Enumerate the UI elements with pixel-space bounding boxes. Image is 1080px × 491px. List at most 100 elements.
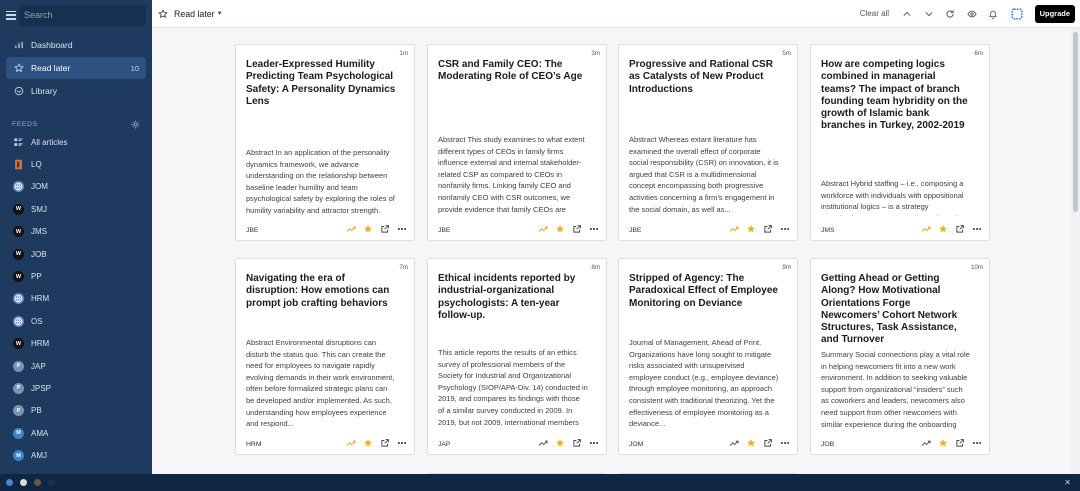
feed-label: LQ <box>31 160 42 170</box>
external-link-icon[interactable] <box>380 224 390 234</box>
feed-item-pb[interactable]: P PB <box>0 400 152 422</box>
more-options-icon[interactable] <box>972 224 982 234</box>
star-filled-icon[interactable] <box>363 224 373 234</box>
trending-icon[interactable] <box>538 438 548 448</box>
feed-item-os[interactable]: OS <box>0 310 152 332</box>
external-link-icon[interactable] <box>955 224 965 234</box>
more-options-icon[interactable] <box>589 438 599 448</box>
card-actions <box>722 438 790 448</box>
feed-item-jms[interactable]: W JMS <box>0 221 152 243</box>
feed-item-all-articles[interactable]: All articles <box>0 131 152 153</box>
scrollbar-thumb[interactable] <box>1073 32 1078 212</box>
article-title[interactable]: Stripped of Agency: The Paradoxical Effe… <box>629 273 779 310</box>
star-filled-icon[interactable] <box>938 438 948 448</box>
search-input[interactable] <box>19 4 146 26</box>
article-source[interactable]: JOM <box>629 441 643 448</box>
star-filled-icon[interactable] <box>938 224 948 234</box>
trending-icon[interactable] <box>921 224 931 234</box>
feed-item-jap[interactable]: P JAP <box>0 355 152 377</box>
article-card[interactable]: 1m Leader-Expressed Humility Predicting … <box>235 44 415 241</box>
external-link-icon[interactable] <box>955 438 965 448</box>
feed-item-ama[interactable]: M AMA <box>0 422 152 444</box>
article-card[interactable]: 5m Progressive and Rational CSR as Catal… <box>618 44 798 241</box>
feed-label: HRM <box>31 339 50 349</box>
article-source[interactable]: JAP <box>438 441 450 448</box>
external-link-icon[interactable] <box>763 438 773 448</box>
feed-list: All articles LQ JOM W SMJ W JMS W JOB W PP H… <box>0 131 152 467</box>
article-source[interactable]: JBE <box>246 227 258 234</box>
trending-icon[interactable] <box>729 438 739 448</box>
external-link-icon[interactable] <box>572 438 582 448</box>
article-card[interactable]: 6m How are competing logics combined in … <box>810 44 990 241</box>
upgrade-button[interactable]: Upgrade <box>1034 4 1075 23</box>
external-link-icon[interactable] <box>572 224 582 234</box>
hamburger-menu-icon[interactable] <box>6 10 16 20</box>
scrollbar[interactable] <box>1071 28 1080 474</box>
article-abstract: Abstract In an application of the person… <box>246 148 395 215</box>
feed-item-jpsp[interactable]: P JPSP <box>0 377 152 399</box>
article-title[interactable]: Progressive and Rational CSR as Catalyst… <box>629 59 779 96</box>
article-source[interactable]: JMS <box>821 227 835 234</box>
feed-item-pp[interactable]: W PP <box>0 265 152 287</box>
more-options-icon[interactable] <box>780 224 790 234</box>
star-filled-icon[interactable] <box>746 224 756 234</box>
chevron-down-icon[interactable]: ▼ <box>217 11 223 17</box>
trending-icon[interactable] <box>921 438 931 448</box>
chevron-down-icon[interactable] <box>924 9 934 19</box>
feed-item-hrm[interactable]: W HRM <box>0 333 152 355</box>
close-icon[interactable]: ✕ <box>1064 478 1071 487</box>
nav-item-read-later[interactable]: Read later 10 <box>6 57 146 79</box>
feed-item-smj[interactable]: W SMJ <box>0 198 152 220</box>
star-filled-icon[interactable] <box>363 438 373 448</box>
feed-item-job[interactable]: W JOB <box>0 243 152 265</box>
more-options-icon[interactable] <box>397 438 407 448</box>
feed-item-hrm[interactable]: HRM <box>0 288 152 310</box>
bell-icon[interactable] <box>988 9 998 19</box>
article-card[interactable]: 10m Getting Ahead or Getting Along? How … <box>810 258 990 455</box>
gear-icon[interactable] <box>131 120 140 129</box>
eye-icon[interactable] <box>967 9 977 19</box>
article-source[interactable]: JBE <box>438 227 450 234</box>
ai-assistant-icon[interactable] <box>1010 7 1024 21</box>
star-filled-icon[interactable] <box>555 438 565 448</box>
trending-icon[interactable] <box>538 224 548 234</box>
external-link-icon[interactable] <box>763 224 773 234</box>
article-age: 7m <box>399 264 408 271</box>
chevron-up-icon[interactable] <box>902 9 912 19</box>
article-title[interactable]: CSR and Family CEO: The Moderating Role … <box>438 59 588 84</box>
external-link-icon[interactable] <box>380 438 390 448</box>
more-options-icon[interactable] <box>589 224 599 234</box>
article-card[interactable]: 7m Navigating the era of disruption: How… <box>235 258 415 455</box>
feed-item-amj[interactable]: M AMJ <box>0 444 152 466</box>
star-outline-icon <box>158 9 168 18</box>
nav-item-label: Read later <box>31 63 71 73</box>
trending-icon[interactable] <box>729 224 739 234</box>
feed-item-lq[interactable]: LQ <box>0 153 152 175</box>
article-title[interactable]: Leader-Expressed Humility Predicting Tea… <box>246 59 396 108</box>
article-source[interactable]: HRM <box>246 441 261 448</box>
article-source[interactable]: JOB <box>821 441 834 448</box>
article-title[interactable]: Getting Ahead or Getting Along? How Moti… <box>821 273 971 347</box>
trending-icon[interactable] <box>346 438 356 448</box>
more-options-icon[interactable] <box>397 224 407 234</box>
article-title[interactable]: Navigating the era of disruption: How em… <box>246 273 396 310</box>
article-card[interactable]: 3m CSR and Family CEO: The Moderating Ro… <box>427 44 607 241</box>
article-abstract: Abstract This study examines to what ext… <box>438 135 585 214</box>
article-title[interactable]: How are competing logics combined in man… <box>821 59 971 133</box>
more-options-icon[interactable] <box>780 438 790 448</box>
article-card[interactable]: 8m Ethical incidents reported by industr… <box>427 258 607 455</box>
feed-item-jom[interactable]: JOM <box>0 176 152 198</box>
trending-icon[interactable] <box>346 224 356 234</box>
article-title[interactable]: Ethical incidents reported by industrial… <box>438 273 588 322</box>
clear-all-button[interactable]: Clear all <box>860 9 889 18</box>
more-options-icon[interactable] <box>972 438 982 448</box>
star-filled-icon[interactable] <box>555 224 565 234</box>
page-title[interactable]: Read later <box>174 9 215 19</box>
nav-item-library[interactable]: Library <box>6 80 146 102</box>
status-dot <box>48 479 55 486</box>
article-card[interactable]: 9m Stripped of Agency: The Paradoxical E… <box>618 258 798 455</box>
star-filled-icon[interactable] <box>746 438 756 448</box>
nav-item-dashboard[interactable]: Dashboard <box>6 34 146 56</box>
refresh-icon[interactable] <box>945 9 955 19</box>
article-source[interactable]: JBE <box>629 227 641 234</box>
